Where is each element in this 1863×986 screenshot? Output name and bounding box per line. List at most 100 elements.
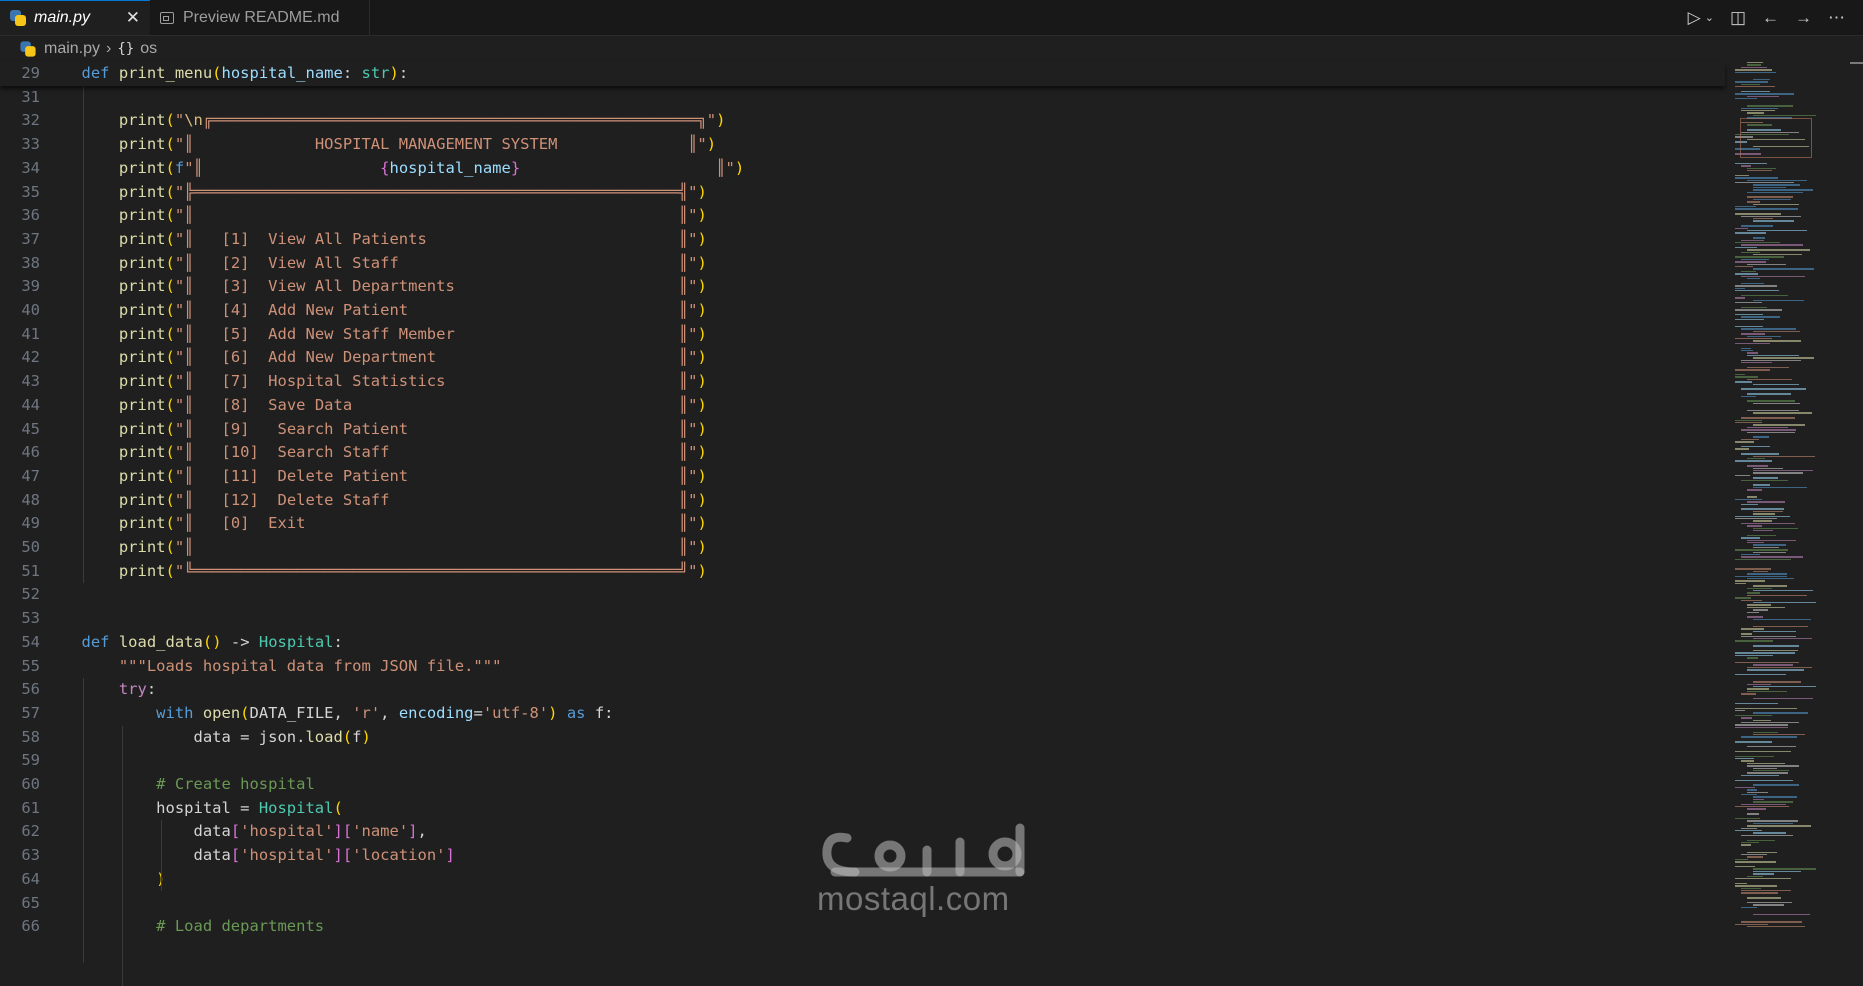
minimap-line [1741,110,1776,112]
code-line[interactable]: 31 [0,86,1725,110]
code-line[interactable]: 47 print("║ [11] Delete Patient ║") [0,465,1725,489]
code-line[interactable]: 37 print("║ [1] View All Patients ║") [0,228,1725,252]
code-line[interactable]: 41 print("║ [5] Add New Staff Member ║") [0,323,1725,347]
code-text: print("║ [7] Hospital Statistics ║") [118,372,707,391]
code-line[interactable]: 40 print("║ [4] Add New Patient ║") [0,299,1725,323]
code-line[interactable]: 36 print("║ ║") [0,204,1725,228]
code-text: print("║ [4] Add New Patient ║") [118,301,707,319]
dropdown-chevron-icon[interactable]: ⌄ [1705,11,1714,24]
code-line[interactable]: 38 print("║ [2] View All Staff ║") [0,252,1725,276]
code-text: print("║ [3] View All Departments ║") [118,277,707,296]
minimap-line [1747,578,1795,580]
minimap-line [1735,227,1749,229]
tab-main-py[interactable]: main.py ✕ [0,0,150,35]
minimap-line [1747,666,1812,669]
minimap-line [1753,784,1800,786]
line-number: 34 [21,158,40,177]
code-line[interactable]: 61 hospital = Hospital( [0,797,1725,821]
code-line[interactable]: 32 print("\n╔═══════════════════════════… [0,109,1725,133]
minimap-line [1741,350,1753,352]
code-line[interactable]: 50 print("║ ║") [0,536,1725,560]
line-number: 33 [21,135,40,154]
minimap-line [1735,177,1779,179]
minimap-line [1741,633,1752,635]
code-line[interactable]: 39 print("║ [3] View All Departments ║") [0,275,1725,299]
line-number: 59 [21,751,40,770]
breadcrumb-file[interactable]: main.py [44,40,100,58]
minimap-line [1753,870,1802,873]
minimap-line [1735,297,1746,299]
code-line[interactable]: 43 print("║ [7] Hospital Statistics ║") [0,370,1725,394]
minimap-line [1735,441,1755,443]
minimap-line [1747,616,1764,618]
code-line[interactable]: 49 print("║ [0] Exit ║") [0,512,1725,536]
code-line[interactable]: 53 [0,607,1725,631]
line-number: 29 [21,64,40,82]
tab-label: Preview README.md [183,8,340,26]
split-editor-icon[interactable]: ◫ [1730,8,1746,28]
minimap-line [1741,359,1801,361]
code-line[interactable]: 59 [0,749,1725,773]
minimap-line [1753,551,1787,553]
minimap-line [1741,239,1764,241]
minimap-line [1753,731,1778,733]
minimap-line [1747,489,1763,491]
forward-arrow-icon[interactable]: → [1795,8,1812,28]
minimap-line [1735,885,1777,887]
code-line[interactable]: 44 print("║ [8] Save Data ║") [0,394,1725,418]
minimap-line [1753,424,1805,426]
code-line[interactable]: 35 print("╠═════════════════════════════… [0,181,1725,205]
more-actions-icon[interactable]: ⋯ [1828,8,1845,28]
minimap-line [1747,611,1759,613]
code-text: print("║ [11] Delete Patient ║") [118,466,707,485]
scrollbar-thumb[interactable] [1850,62,1863,78]
minimap-line [1735,818,1760,820]
run-icon[interactable]: ▷ [1688,8,1701,28]
minimap-line [1747,851,1778,853]
minimap-line [1753,484,1771,486]
code-line[interactable]: 57 with open(DATA_FILE, 'r', encoding='u… [0,702,1725,726]
code-line[interactable]: 29 def print_menu(hospital_name: str): [0,62,1725,86]
code-line[interactable]: 33 print("║ HOSPITAL MANAGEMENT SYSTEM ║… [0,133,1725,157]
minimap-line [1741,479,1788,481]
minimap-line [1741,66,1767,69]
minimap-line [1753,530,1774,532]
minimap-line [1741,503,1758,505]
minimap[interactable] [1725,62,1863,938]
minimap-line [1735,232,1767,234]
close-icon[interactable]: ✕ [126,8,140,28]
minimap-line [1747,501,1786,503]
code-text: print("║ [12] Delete Staff ║") [118,490,707,509]
line-number: 47 [21,466,40,485]
minimap-line [1735,674,1787,676]
code-line[interactable]: 48 print("║ [12] Delete Staff ║") [0,489,1725,513]
code-line[interactable]: 56 try: [0,678,1725,702]
code-line[interactable]: 55 """Loads hospital data from JSON file… [0,655,1725,679]
code-line[interactable]: 51 print("╚═════════════════════════════… [0,560,1725,584]
tab-preview-readme[interactable]: Preview README.md [150,0,370,35]
minimap-line [1747,167,1776,169]
minimap-line [1753,455,1816,457]
line-number: 57 [21,703,40,722]
minimap-line [1747,592,1761,594]
code-line[interactable]: 58 data = json.load(f) [0,726,1725,750]
minimap-line [1747,839,1775,841]
code-line[interactable]: 46 print("║ [10] Search Staff ║") [0,441,1725,465]
minimap-line [1741,921,1803,923]
minimap-line [1741,333,1765,335]
watermark-logo: mostaql.com [815,820,1045,920]
breadcrumb-symbol[interactable]: os [140,40,157,58]
minimap-line [1747,573,1787,575]
code-line[interactable]: 34 print(f"║ {hospital_name} ║") [0,157,1725,181]
code-line[interactable]: 54 def load_data() -> Hospital: [0,631,1725,655]
code-text: print("║ [2] View All Staff ║") [118,253,707,272]
code-line[interactable]: 52 [0,583,1725,607]
code-line[interactable]: 60 # Create hospital [0,773,1725,797]
code-line[interactable]: 42 print("║ [6] Add New Department ║") [0,346,1725,370]
minimap-line [1747,352,1758,354]
minimap-line [1735,314,1763,316]
line-number: 65 [21,893,40,912]
code-line[interactable]: 45 print("║ [9] Search Patient ║") [0,418,1725,442]
back-arrow-icon[interactable]: ← [1762,8,1779,28]
minimap-line [1747,825,1811,827]
